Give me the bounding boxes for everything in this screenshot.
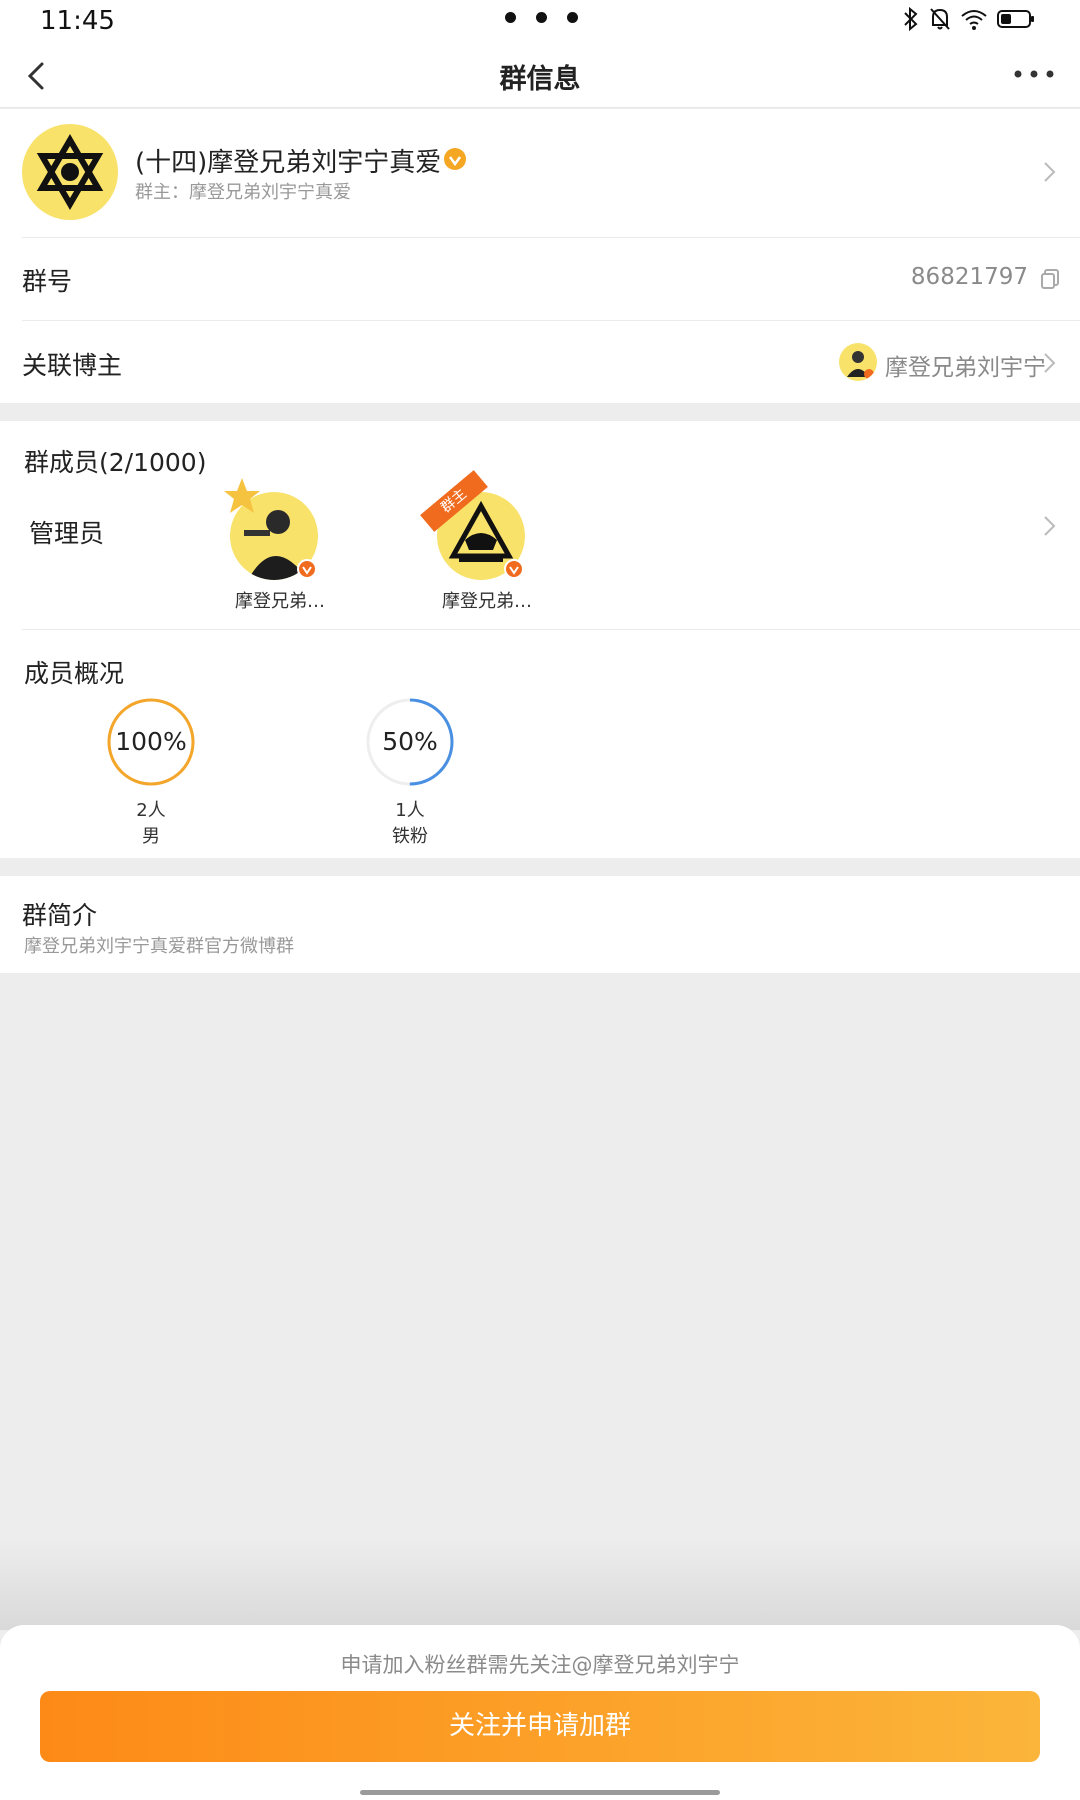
member-item[interactable]: 群主 摩登兄弟…	[420, 470, 547, 612]
group-number-row: 群号 86821797	[0, 238, 1080, 320]
status-bar: 11:45	[0, 0, 1080, 44]
linked-blogger-name: 摩登兄弟刘宇宁	[885, 355, 1046, 381]
copy-icon[interactable]	[1040, 268, 1060, 290]
stat-count: 2人	[136, 800, 166, 821]
group-avatar	[22, 124, 118, 220]
status-time: 11:45	[40, 6, 115, 36]
verified-badge-icon	[297, 559, 317, 579]
stat-percent: 100%	[115, 727, 187, 756]
status-dots	[505, 12, 578, 23]
follow-and-join-button[interactable]: 关注并申请加群	[40, 1691, 1040, 1762]
chevron-right-icon	[1044, 516, 1056, 536]
admin-row[interactable]: 管理员 摩登兄弟… 群主 摩登兄弟…	[0, 470, 1080, 630]
stat-count: 1人	[395, 800, 425, 821]
member-item[interactable]: 摩登兄弟…	[220, 478, 340, 612]
page-title: 群信息	[499, 64, 581, 95]
linked-blogger-row[interactable]: 关联博主 摩登兄弟刘宇宁	[0, 321, 1080, 403]
linked-blogger-label: 关联博主	[22, 351, 123, 380]
divider	[22, 629, 1080, 630]
stat-item: 50% 1人 铁粉	[364, 696, 456, 847]
group-name: (十四)摩登兄弟刘宇宁真爱	[135, 148, 442, 178]
join-tip: 申请加入粉丝群需先关注@摩登兄弟刘宇宁	[340, 1653, 740, 1677]
stat-item: 100% 2人 男	[105, 696, 197, 847]
bluetooth-icon	[904, 6, 918, 32]
stat-ring: 100%	[105, 696, 197, 788]
member-name: 摩登兄弟…	[235, 591, 325, 612]
member-name: 摩登兄弟…	[442, 591, 532, 612]
bell-off-icon	[930, 8, 950, 30]
verified-badge-icon	[444, 148, 466, 170]
overview-title: 成员概况	[24, 659, 125, 688]
verified-badge-icon	[504, 559, 524, 579]
group-owner: 群主：摩登兄弟刘宇宁真爱	[135, 182, 351, 203]
wifi-icon	[961, 10, 987, 30]
stat-label: 铁粉	[392, 826, 428, 847]
intro-title: 群简介	[22, 901, 98, 930]
stat-label: 男	[142, 826, 160, 847]
stat-percent: 50%	[382, 727, 438, 756]
intro-text: 摩登兄弟刘宇宁真爱群官方微博群	[24, 936, 294, 957]
chevron-right-icon	[1044, 162, 1056, 182]
chevron-right-icon	[1044, 353, 1056, 373]
nav-bar: 群信息	[0, 44, 1080, 108]
group-number-label: 群号	[22, 267, 73, 296]
home-indicator	[360, 1790, 720, 1795]
star-decoration-icon	[224, 478, 260, 513]
intro-section: 群简介 摩登兄弟刘宇宁真爱群官方微博群	[0, 876, 1080, 973]
battery-icon	[997, 10, 1034, 28]
join-panel: 申请加入粉丝群需先关注@摩登兄弟刘宇宁 关注并申请加群	[0, 1625, 1080, 1800]
members-title: 群成员(2/1000)	[24, 448, 207, 477]
stat-ring: 50%	[364, 696, 456, 788]
more-icon[interactable]	[1012, 62, 1056, 86]
group-header-row[interactable]: (十四)摩登兄弟刘宇宁真爱 群主：摩登兄弟刘宇宁真爱	[0, 109, 1080, 237]
status-icons	[902, 6, 1036, 32]
group-number-value: 86821797	[910, 264, 1028, 290]
admin-label: 管理员	[29, 519, 105, 548]
blogger-avatar	[839, 343, 877, 381]
background-fade	[0, 1540, 1080, 1630]
